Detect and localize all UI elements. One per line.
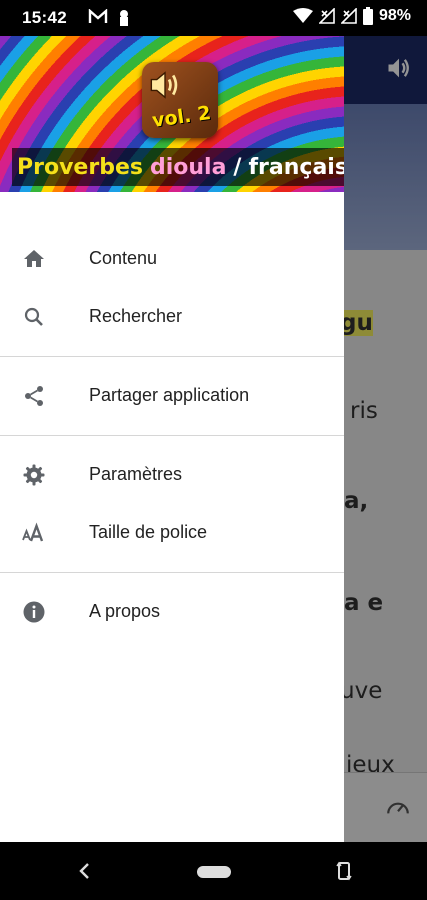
menu-item-rechercher[interactable]: Rechercher [0,292,344,342]
rotate-icon[interactable] [336,860,352,882]
title-francais: français [248,154,344,180]
battery-icon [362,7,373,25]
home-icon [24,250,44,267]
drawer-title: Proverbes dioula / français [12,148,344,186]
menu-item-label: Contenu [89,248,158,268]
menu-divider [0,435,344,436]
title-dioula: dioula [149,154,227,180]
share-icon [25,386,43,406]
speaker-icon [150,71,178,99]
title-proverbes: Proverbes [17,154,143,180]
font-size-icon [22,522,44,542]
back-icon[interactable] [78,862,92,880]
menu-item-label: Rechercher [89,306,183,326]
home-button[interactable] [197,866,231,878]
status-bar: 15:42 98% [0,0,427,36]
title-separator: / [233,154,242,180]
menu-item-label: Paramètres [89,464,183,484]
navigation-drawer: vol. 2 Proverbes dioula / français Conte… [0,36,344,842]
wifi-icon [292,8,313,23]
gear-icon [23,464,45,486]
keyhole-icon [120,10,128,26]
battery-percent: 98% [378,7,411,24]
search-icon [24,307,43,326]
menu-item-a-propos[interactable]: A propos [0,587,344,637]
status-time: 15:42 [22,8,67,27]
menu-item-partager[interactable]: Partager application [0,371,344,421]
signal-icon [340,8,357,24]
menu-item-parametres[interactable]: Paramètres [0,450,344,500]
menu-divider [0,572,344,573]
info-icon [23,601,45,623]
drawer-header: vol. 2 Proverbes dioula / français [0,36,344,192]
gmail-icon [88,9,108,23]
menu-item-label: A propos [89,601,161,621]
menu-divider [0,356,344,357]
menu-item-taille-police[interactable]: Taille de police [0,508,344,558]
menu-item-label: Taille de police [89,522,208,542]
menu-item-contenu[interactable]: Contenu [0,234,344,284]
menu-item-label: Partager application [89,385,250,405]
logo-volume: vol. 2 [150,102,213,132]
signal-icon [318,8,335,24]
system-nav-bar [0,842,427,900]
app-logo: vol. 2 [142,62,218,138]
